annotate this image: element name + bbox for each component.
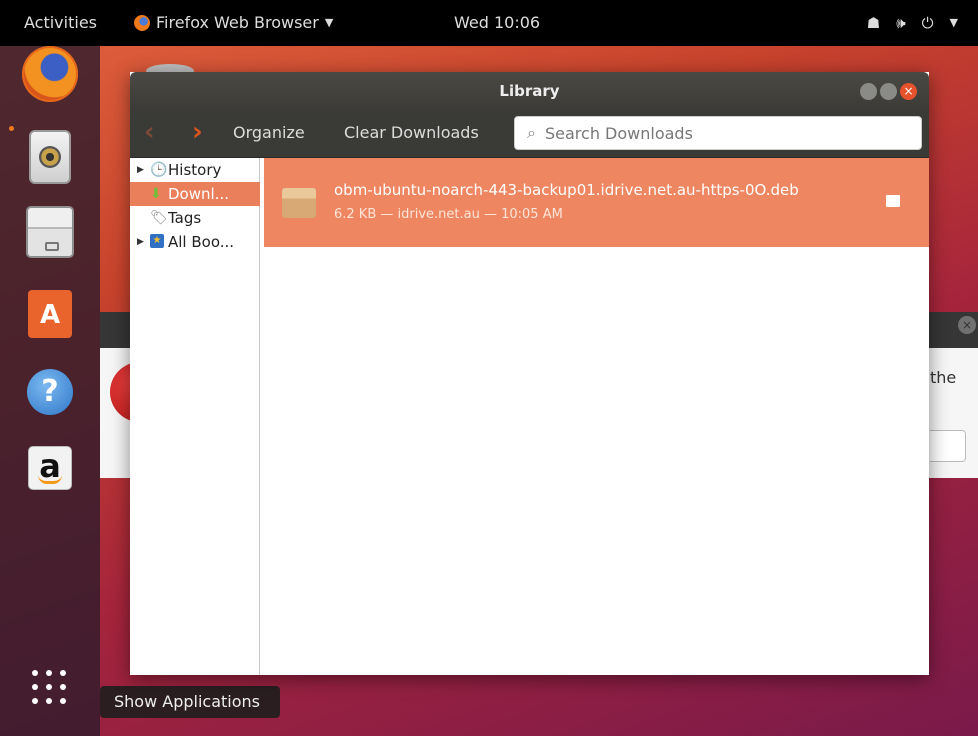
search-box[interactable]: ⌕ — [514, 116, 922, 150]
dock-help[interactable]: ? — [22, 364, 78, 420]
top-bar: Activities Firefox Web Browser ▼ Wed 10:… — [0, 0, 978, 46]
files-icon — [26, 206, 74, 258]
maximize-button[interactable] — [880, 83, 897, 100]
download-row[interactable]: obm-ubuntu-noarch-443-backup01.idrive.ne… — [264, 158, 929, 247]
downloads-list: obm-ubuntu-noarch-443-backup01.idrive.ne… — [264, 158, 929, 675]
sidebar-item-label: Downl... — [168, 185, 229, 203]
back-button[interactable]: ‹ — [144, 118, 172, 148]
window-title: Library — [499, 82, 560, 100]
sidebar-item-all-bookmarks[interactable]: ▶ ★ All Boo... — [130, 230, 260, 254]
dock-files[interactable] — [22, 206, 78, 262]
show-applications-button[interactable] — [22, 660, 78, 716]
app-menu-label: Firefox Web Browser — [156, 13, 319, 32]
expand-triangle-icon[interactable]: ▶ — [137, 230, 144, 254]
sidebar-item-downloads[interactable]: ⬇ Downl... — [130, 182, 260, 206]
search-icon: ⌕ — [527, 123, 536, 142]
tooltip: Show Applications — [100, 686, 280, 718]
firefox-icon — [22, 46, 78, 102]
running-indicator — [9, 126, 14, 131]
dock-ubuntu-software[interactable]: A — [22, 284, 78, 340]
library-toolbar: ‹ › Organize Clear Downloads ⌕ — [130, 110, 929, 158]
background-dialog-text: the — [930, 368, 957, 387]
expand-triangle-icon[interactable]: ▶ — [137, 158, 144, 182]
clock-icon: 🕒 — [150, 162, 168, 178]
download-meta: 6.2 KB — idrive.net.au — 10:05 AM — [334, 207, 563, 222]
volume-icon[interactable]: 🕪 — [896, 0, 905, 46]
power-icon[interactable]: ⏻ — [922, 0, 934, 46]
library-sidebar: ▶ 🕒 History ⬇ Downl... 🏷 Tags ▶ ★ All Bo… — [130, 158, 260, 675]
library-window: Library × ‹ › Organize Clear Downloads ⌕… — [130, 72, 929, 675]
sidebar-item-history[interactable]: ▶ 🕒 History — [130, 158, 260, 182]
window-titlebar[interactable]: Library × — [130, 72, 929, 110]
dock: A ? a — [0, 46, 100, 736]
sidebar-item-label: History — [168, 161, 222, 179]
dock-amazon[interactable]: a — [22, 440, 78, 496]
firefox-icon — [134, 15, 150, 31]
sidebar-item-label: Tags — [168, 209, 202, 227]
minimize-button[interactable] — [860, 83, 877, 100]
network-icon[interactable]: ☗ — [867, 0, 880, 46]
help-icon: ? — [27, 369, 73, 415]
search-input[interactable] — [545, 118, 915, 148]
apps-grid-icon — [32, 670, 68, 706]
clear-downloads-button[interactable]: Clear Downloads — [344, 123, 479, 142]
activities-button[interactable]: Activities — [24, 0, 97, 46]
bookmark-star-icon: ★ — [150, 234, 164, 248]
download-arrow-icon: ⬇ — [150, 186, 162, 202]
organize-button[interactable]: Organize — [233, 123, 305, 142]
forward-button[interactable]: › — [192, 118, 220, 148]
chevron-down-icon: ▼ — [324, 16, 334, 29]
close-button[interactable]: × — [900, 83, 917, 100]
tag-icon: 🏷 — [150, 210, 168, 226]
open-folder-icon[interactable] — [886, 195, 900, 207]
chevron-down-icon[interactable]: ▼ — [950, 0, 958, 46]
download-filename: obm-ubuntu-noarch-443-backup01.idrive.ne… — [334, 181, 799, 199]
rhythmbox-icon — [29, 130, 71, 184]
system-tray[interactable]: ☗ 🕪 ⏻ ▼ — [867, 0, 958, 46]
close-icon[interactable]: × — [958, 316, 976, 334]
app-menu[interactable]: Firefox Web Browser ▼ — [134, 0, 333, 46]
software-icon: A — [28, 290, 72, 338]
sidebar-item-label: All Boo... — [168, 233, 235, 251]
background-dialog-input[interactable] — [930, 430, 966, 462]
amazon-icon: a — [28, 446, 72, 490]
clock[interactable]: Wed 10:06 — [454, 0, 540, 46]
package-file-icon — [282, 188, 316, 218]
dock-rhythmbox[interactable] — [22, 130, 78, 186]
sidebar-item-tags[interactable]: 🏷 Tags — [130, 206, 260, 230]
dock-firefox[interactable] — [22, 46, 78, 102]
